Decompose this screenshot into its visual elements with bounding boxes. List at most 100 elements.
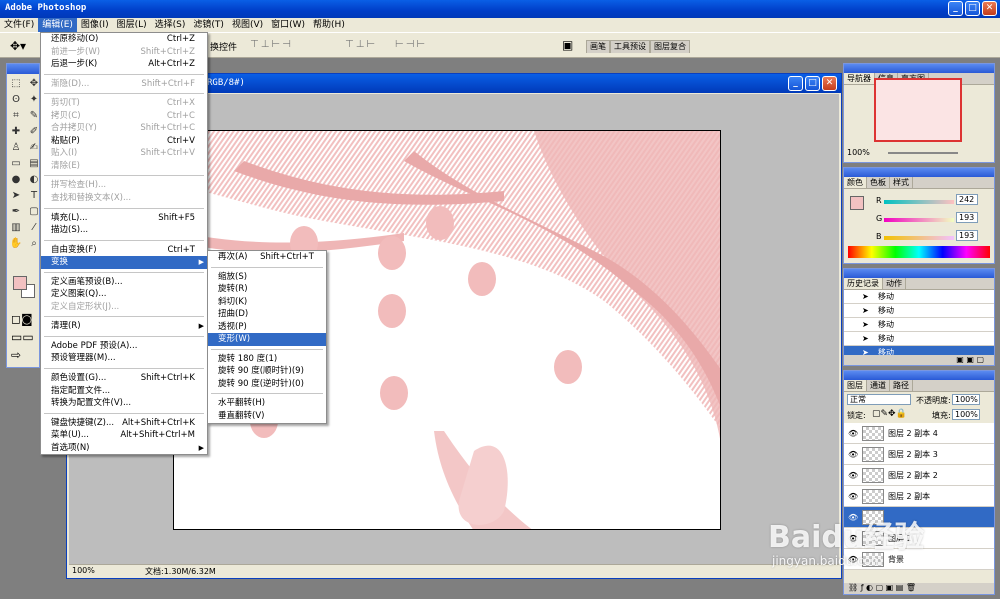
edit-menu-item[interactable]: 定义画笔预设(B)... bbox=[41, 276, 207, 289]
navigator-zoom[interactable]: 100% bbox=[847, 148, 870, 157]
transform-menu-item[interactable]: 水平翻转(H) bbox=[208, 397, 326, 410]
layers-footer-icons[interactable]: ⛓ ƒ ◐ ▢ ▣ ▤ 🗑 bbox=[844, 583, 994, 594]
transform-controls-label[interactable]: 换控件 bbox=[210, 40, 237, 53]
jump-to-imageready-icon[interactable]: ⇨ bbox=[11, 348, 21, 362]
edit-menu-item[interactable]: 自由变换(F) Ctrl+T bbox=[41, 244, 207, 257]
opacity-field[interactable]: 100% bbox=[952, 394, 980, 405]
edit-menu-item[interactable]: 后退一步(K) Alt+Ctrl+Z bbox=[41, 58, 207, 71]
history-item[interactable]: ➤ 移动 bbox=[844, 318, 994, 332]
doc-minimize-button[interactable]: _ bbox=[788, 76, 803, 91]
visibility-eye-icon[interactable]: 👁 bbox=[848, 444, 858, 465]
fill-field[interactable]: 100% bbox=[952, 409, 980, 420]
blue-slider[interactable] bbox=[884, 236, 954, 240]
distribute-icons[interactable]: ⊤⊥⊢ bbox=[345, 39, 377, 50]
edit-menu-item[interactable]: 粘贴(P) Ctrl+V bbox=[41, 135, 207, 148]
notes-tool-icon[interactable]: ▥ bbox=[8, 221, 24, 235]
healing-brush-icon[interactable]: ✚ bbox=[8, 125, 24, 139]
edit-menu-item[interactable]: 颜色设置(G)... Shift+Ctrl+K bbox=[41, 372, 207, 385]
palette-well-tab-0[interactable]: 画笔 bbox=[586, 40, 610, 53]
history-tab-0[interactable]: 历史记录 bbox=[844, 278, 883, 289]
crop-tool-icon[interactable]: ⌗ bbox=[8, 109, 24, 123]
history-footer-icons[interactable]: ▣ ▣ ▢ bbox=[844, 355, 994, 365]
navigator-tab-0[interactable]: 导航器 bbox=[844, 73, 875, 84]
layer-row[interactable]: 👁 图层 2 副本 2 bbox=[844, 465, 994, 486]
transform-menu-item[interactable]: 旋转(R) bbox=[208, 283, 326, 296]
layer-row[interactable]: 👁 图层 2 副本 3 bbox=[844, 444, 994, 465]
foreground-color-swatch[interactable] bbox=[13, 276, 27, 290]
tools-palette-header[interactable] bbox=[7, 64, 39, 74]
history-item[interactable]: ➤ 移动 bbox=[844, 304, 994, 318]
transform-menu-item[interactable]: 旋转 90 度(顺时针)(9) bbox=[208, 365, 326, 378]
edit-menu-item[interactable]: 菜单(U)... Alt+Shift+Ctrl+M bbox=[41, 429, 207, 442]
menu-6[interactable]: 视图(V) bbox=[228, 18, 267, 32]
doc-close-button[interactable]: ✕ bbox=[822, 76, 837, 91]
edit-menu-item[interactable]: 变换 ▶ bbox=[41, 256, 207, 269]
edit-menu-item[interactable]: 指定配置文件... bbox=[41, 385, 207, 398]
green-value[interactable]: 193 bbox=[956, 212, 978, 223]
layer-row[interactable]: 👁 图层 2 副本 4 bbox=[844, 423, 994, 444]
edit-menu-item[interactable]: 填充(L)... Shift+F5 bbox=[41, 212, 207, 225]
transform-menu-item[interactable]: 再次(A) Shift+Ctrl+T bbox=[208, 251, 326, 264]
edit-menu-item[interactable]: 首选项(N) ▶ bbox=[41, 442, 207, 455]
screen-mode-icon[interactable]: ▭▭ bbox=[11, 330, 34, 344]
visibility-eye-icon[interactable]: 👁 bbox=[848, 465, 858, 486]
red-value[interactable]: 242 bbox=[956, 194, 978, 205]
color-fg-swatch[interactable] bbox=[850, 196, 864, 210]
document-size[interactable]: 文档:1.30M/6.32M bbox=[145, 566, 216, 577]
visibility-eye-icon[interactable]: 👁 bbox=[848, 423, 858, 444]
hand-tool-icon[interactable]: ✋ bbox=[8, 237, 24, 251]
palette-well-tab-1[interactable]: 工具预设 bbox=[610, 40, 650, 53]
edit-menu-item[interactable]: Adobe PDF 预设(A)... bbox=[41, 340, 207, 353]
menu-7[interactable]: 窗口(W) bbox=[267, 18, 309, 32]
layers-tab-1[interactable]: 通道 bbox=[867, 380, 890, 391]
close-button[interactable]: ✕ bbox=[982, 1, 997, 16]
edit-menu-item[interactable]: 定义图案(Q)... bbox=[41, 288, 207, 301]
color-spectrum-bar[interactable] bbox=[848, 246, 990, 258]
layers-tab-0[interactable]: 图层 bbox=[844, 380, 867, 391]
edit-menu-item[interactable]: 键盘快捷键(Z)... Alt+Shift+Ctrl+K bbox=[41, 417, 207, 430]
transform-menu-item[interactable]: 旋转 90 度(逆时针)(0) bbox=[208, 378, 326, 391]
lasso-tool-icon[interactable]: ʘ bbox=[8, 93, 24, 107]
menu-5[interactable]: 滤镜(T) bbox=[189, 18, 228, 32]
blur-tool-icon[interactable]: ● bbox=[8, 173, 24, 187]
doc-maximize-button[interactable]: □ bbox=[805, 76, 820, 91]
history-tab-1[interactable]: 动作 bbox=[883, 278, 906, 289]
history-item[interactable]: ➤ 移动 bbox=[844, 332, 994, 346]
blend-mode-select[interactable]: 正常 bbox=[847, 394, 911, 405]
lock-icons[interactable]: ▢✎✥🔒 bbox=[872, 409, 907, 419]
marquee-tool-icon[interactable]: ⬚ bbox=[8, 77, 24, 91]
color-tab-1[interactable]: 色板 bbox=[867, 177, 890, 188]
layers-tab-2[interactable]: 路径 bbox=[890, 380, 913, 391]
path-select-icon[interactable]: ➤ bbox=[8, 189, 24, 203]
green-slider[interactable] bbox=[884, 218, 954, 222]
zoom-level[interactable]: 100% bbox=[72, 566, 95, 575]
menu-2[interactable]: 图像(I) bbox=[77, 18, 113, 32]
maximize-button[interactable]: □ bbox=[965, 1, 980, 16]
navigator-thumbnail[interactable] bbox=[874, 78, 962, 142]
transform-menu-item[interactable]: 垂直翻转(V) bbox=[208, 410, 326, 423]
edit-menu-item[interactable]: 描边(S)... bbox=[41, 224, 207, 237]
edit-menu-item[interactable]: 还原移动(O) Ctrl+Z bbox=[41, 33, 207, 46]
menu-0[interactable]: 文件(F) bbox=[0, 18, 38, 32]
minimize-button[interactable]: _ bbox=[948, 1, 963, 16]
visibility-eye-icon[interactable]: 👁 bbox=[848, 486, 858, 507]
quick-mask-icon[interactable]: ◻◙ bbox=[11, 312, 33, 326]
navigator-panel-header[interactable] bbox=[844, 64, 994, 73]
red-slider[interactable] bbox=[884, 200, 954, 204]
distribute-h-icons[interactable]: ⊢⊣⊢ bbox=[395, 39, 427, 50]
color-tab-2[interactable]: 样式 bbox=[890, 177, 913, 188]
color-tab-0[interactable]: 颜色 bbox=[844, 177, 867, 188]
history-item[interactable]: ➤ 移动 bbox=[844, 290, 994, 304]
transform-menu-item[interactable]: 透视(P) bbox=[208, 321, 326, 334]
menu-3[interactable]: 图层(L) bbox=[113, 18, 151, 32]
transform-menu-item[interactable]: 旋转 180 度(1) bbox=[208, 353, 326, 366]
menu-4[interactable]: 选择(S) bbox=[151, 18, 190, 32]
layer-row[interactable]: 👁 图层 2 副本 bbox=[844, 486, 994, 507]
menu-8[interactable]: 帮助(H) bbox=[309, 18, 349, 32]
transform-menu-item[interactable]: 扭曲(D) bbox=[208, 308, 326, 321]
transform-menu-item[interactable]: 变形(W) bbox=[208, 333, 326, 346]
edit-menu-item[interactable]: 预设管理器(M)... bbox=[41, 352, 207, 365]
navigator-zoom-slider[interactable] bbox=[888, 152, 958, 154]
move-tool-icon[interactable]: ✥▾ bbox=[10, 39, 26, 53]
blue-value[interactable]: 193 bbox=[956, 230, 978, 241]
